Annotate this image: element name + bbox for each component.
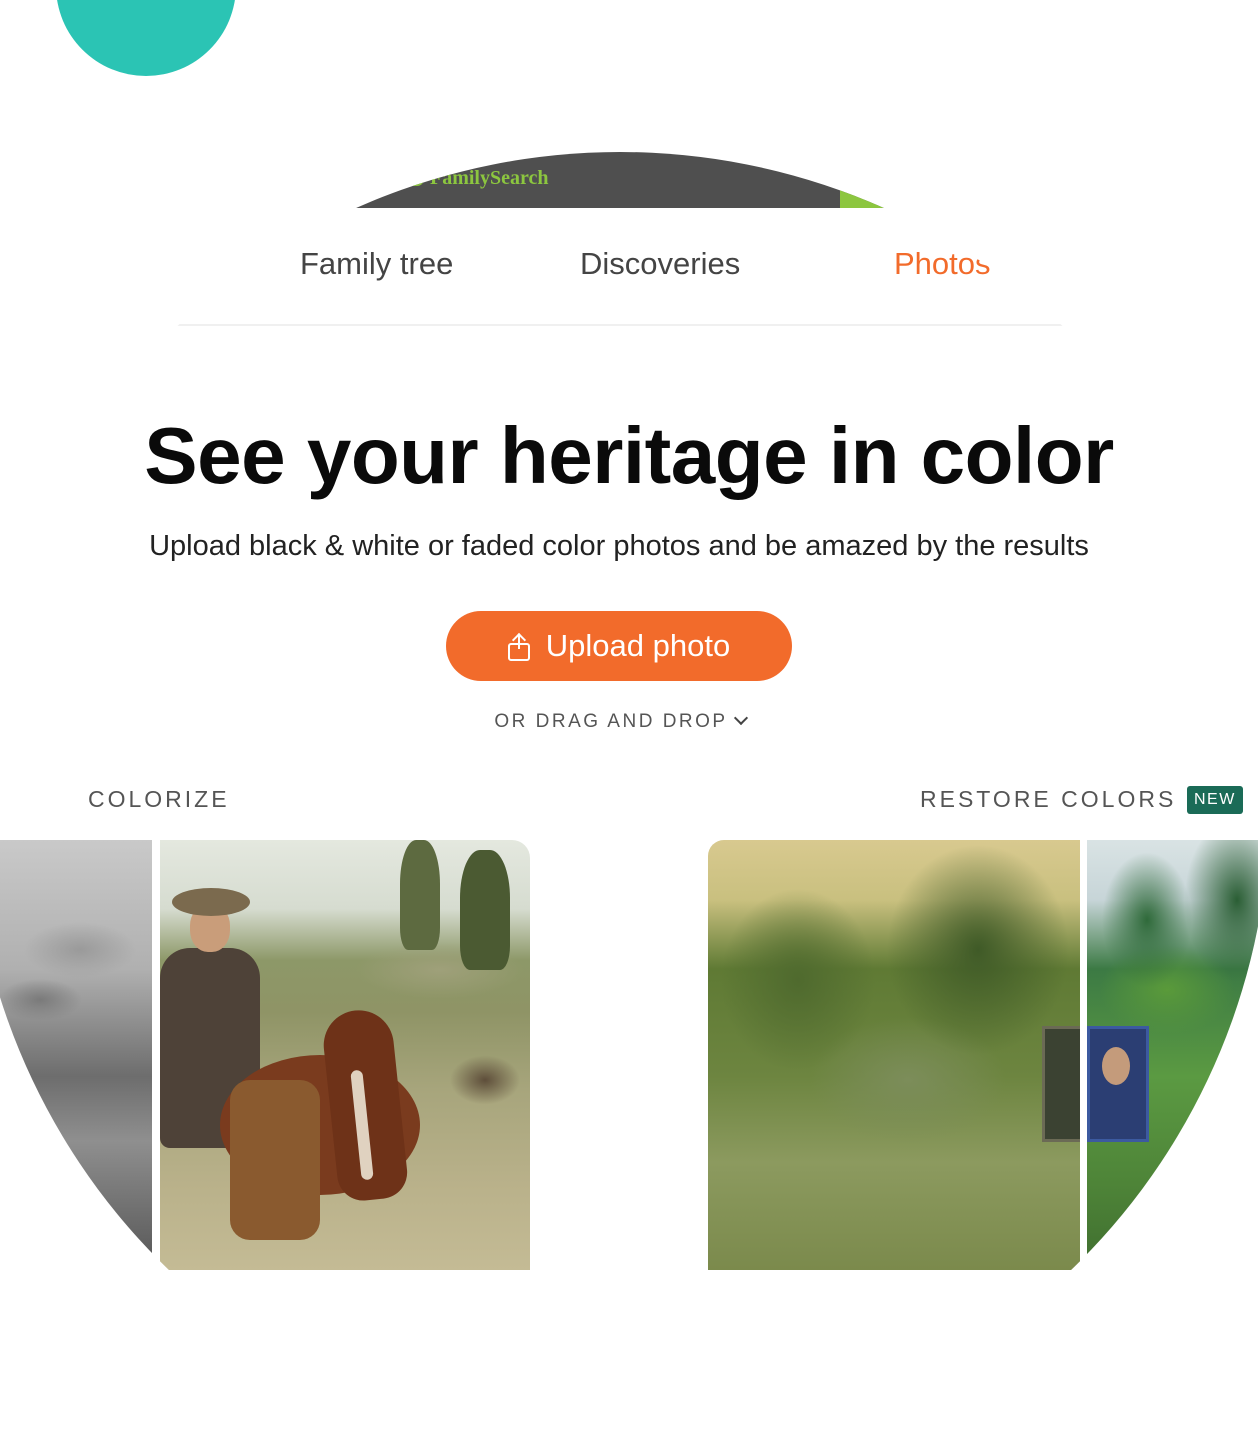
page-content: FamilySearch Family tree Discoveries Pho… (0, 152, 1258, 1270)
nav-tabs: Family tree Discoveries Photos (174, 234, 1104, 326)
tab-photos[interactable]: Photos (894, 246, 991, 282)
colorize-before-photo[interactable] (0, 840, 152, 1270)
tree-shape (400, 840, 440, 950)
painting-frame (1087, 1026, 1149, 1142)
chevron-down-icon (733, 710, 748, 726)
tab-family-tree[interactable]: Family tree (300, 246, 453, 282)
drag-drop-hint[interactable]: OR DRAG AND DROP (0, 710, 1240, 733)
page-subtitle: Upload black & white or faded color phot… (149, 530, 1089, 562)
brand-name: FamilySearch (430, 167, 549, 189)
colorize-section-label: COLORIZE (88, 786, 230, 812)
header-action-button[interactable] (840, 178, 920, 208)
brand-logo[interactable]: FamilySearch (410, 167, 549, 190)
decorative-teal-circle (56, 0, 236, 76)
restore-after-photo[interactable] (1087, 840, 1258, 1270)
upload-photo-button[interactable]: Upload photo (446, 611, 792, 681)
upload-photo-label: Upload photo (545, 628, 731, 663)
restore-colors-section-label: RESTORE COLORS (920, 786, 1177, 812)
tree-shape (460, 850, 510, 970)
page-title: See your heritage in color (144, 411, 1114, 500)
colorize-after-photo[interactable] (160, 840, 530, 1270)
new-badge: NEW (1187, 786, 1243, 814)
familysearch-leaf-icon (410, 171, 424, 186)
painting-frame (1042, 1026, 1080, 1142)
upload-icon (507, 632, 530, 661)
tab-discoveries[interactable]: Discoveries (580, 246, 740, 282)
restore-before-photo[interactable] (708, 840, 1080, 1270)
cowboy-hat (172, 888, 250, 916)
saddle-shape (230, 1080, 320, 1240)
drag-drop-label: OR DRAG AND DROP (494, 711, 728, 732)
portrait-face (1102, 1047, 1130, 1085)
site-header (0, 152, 1258, 208)
circular-screenshot-frame: FamilySearch Family tree Discoveries Pho… (0, 152, 1258, 1452)
